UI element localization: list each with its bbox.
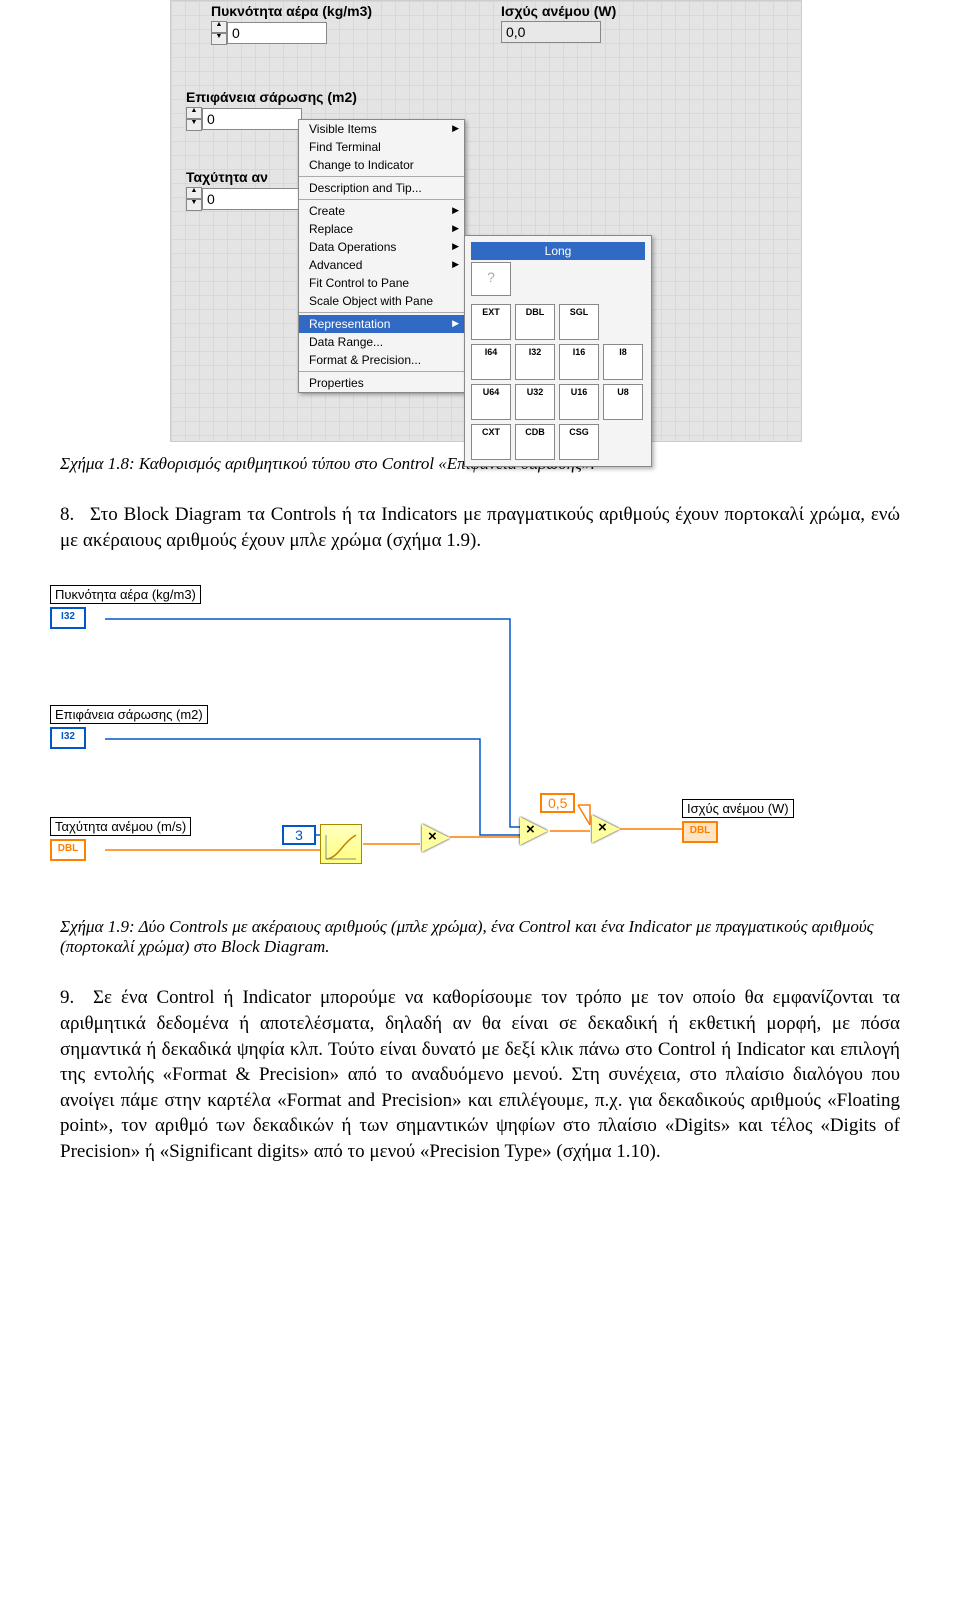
para-num-8: 8. bbox=[60, 502, 84, 528]
spinner-icon[interactable]: ▲▼ bbox=[211, 21, 227, 45]
bd-term-dbl-1[interactable]: DBL bbox=[50, 839, 86, 861]
control-area-label: Επιφάνεια σάρωσης (m2) bbox=[186, 89, 357, 105]
para-text-9: Σε ένα Control ή Indicator μπορούμε να κ… bbox=[60, 987, 900, 1162]
rep-dbl[interactable]: DBL bbox=[515, 304, 555, 340]
rep-blank bbox=[603, 424, 641, 458]
rep-sgl[interactable]: SGL bbox=[559, 304, 599, 340]
rep-cdb[interactable]: CDB bbox=[515, 424, 555, 460]
indicator-power-label: Ισχύς ανέμου (W) bbox=[501, 3, 616, 19]
menu-replace[interactable]: Replace bbox=[299, 220, 464, 238]
block-diagram: Πυκνότητα αέρα (kg/m3) I32 Επιφάνεια σάρ… bbox=[50, 577, 910, 897]
help-icon: ? bbox=[471, 262, 511, 296]
control-area-value[interactable]: 0 bbox=[202, 108, 302, 130]
bd-multiply-2[interactable] bbox=[520, 817, 548, 845]
menu-find-terminal[interactable]: Find Terminal bbox=[299, 138, 464, 156]
rep-ext[interactable]: EXT bbox=[471, 304, 511, 340]
rep-i64[interactable]: I64 bbox=[471, 344, 511, 380]
bd-label-density: Πυκνότητα αέρα (kg/m3) bbox=[50, 585, 201, 604]
bd-term-dbl-out: DBL bbox=[682, 821, 718, 843]
indicator-power: Ισχύς ανέμου (W) 0,0 bbox=[501, 3, 616, 43]
menu-format-precision[interactable]: Format & Precision... bbox=[299, 351, 464, 369]
menu-advanced[interactable]: Advanced bbox=[299, 256, 464, 274]
rep-u64[interactable]: U64 bbox=[471, 384, 511, 420]
rep-u32[interactable]: U32 bbox=[515, 384, 555, 420]
rep-blank bbox=[603, 304, 641, 338]
bd-label-power: Ισχύς ανέμου (W) bbox=[682, 799, 794, 818]
rep-cxt[interactable]: CXT bbox=[471, 424, 511, 460]
menu-properties[interactable]: Properties bbox=[299, 374, 464, 392]
context-menu[interactable]: Visible Items Find Terminal Change to In… bbox=[298, 119, 465, 393]
rep-i16[interactable]: I16 bbox=[559, 344, 599, 380]
menu-data-range[interactable]: Data Range... bbox=[299, 333, 464, 351]
rep-u8[interactable]: U8 bbox=[603, 384, 643, 420]
menu-data-operations[interactable]: Data Operations bbox=[299, 238, 464, 256]
representation-palette[interactable]: Long ? EXT DBL SGL I64 I32 I16 I8 U64 U3… bbox=[464, 235, 652, 467]
menu-description-tip[interactable]: Description and Tip... bbox=[299, 179, 464, 197]
bd-power-func[interactable] bbox=[320, 824, 362, 864]
spinner-icon[interactable]: ▲▼ bbox=[186, 107, 202, 131]
control-speed-value[interactable]: 0 bbox=[202, 188, 302, 210]
rep-csg[interactable]: CSG bbox=[559, 424, 599, 460]
bd-multiply-3[interactable] bbox=[592, 815, 620, 843]
bd-label-area: Επιφάνεια σάρωσης (m2) bbox=[50, 705, 208, 724]
bd-term-i32-1[interactable]: I32 bbox=[50, 607, 86, 629]
control-density[interactable]: Πυκνότητα αέρα (kg/m3) ▲▼ 0 bbox=[211, 3, 372, 45]
bd-label-speed: Ταχύτητα ανέμου (m/s) bbox=[50, 817, 191, 836]
menu-scale-object[interactable]: Scale Object with Pane bbox=[299, 292, 464, 310]
para-text-8: Στο Block Diagram τα Controls ή τα Indic… bbox=[60, 504, 900, 551]
bd-const-0-5[interactable]: 0,5 bbox=[540, 793, 575, 813]
indicator-power-value: 0,0 bbox=[501, 21, 601, 43]
menu-representation[interactable]: Representation bbox=[299, 315, 464, 333]
para-num-9: 9. bbox=[60, 985, 84, 1011]
paragraph-8: 8. Στο Block Diagram τα Controls ή τα In… bbox=[60, 502, 900, 553]
menu-change-to-indicator[interactable]: Change to Indicator bbox=[299, 156, 464, 174]
spinner-icon[interactable]: ▲▼ bbox=[186, 187, 202, 211]
control-density-value[interactable]: 0 bbox=[227, 22, 327, 44]
front-panel: Πυκνότητα αέρα (kg/m3) ▲▼ 0 Ισχύς ανέμου… bbox=[170, 0, 802, 442]
menu-visible-items[interactable]: Visible Items bbox=[299, 120, 464, 138]
rep-i8[interactable]: I8 bbox=[603, 344, 643, 380]
bd-term-i32-2[interactable]: I32 bbox=[50, 727, 86, 749]
menu-create[interactable]: Create bbox=[299, 202, 464, 220]
control-speed-label: Ταχύτητα αν bbox=[186, 169, 302, 185]
rep-i32[interactable]: I32 bbox=[515, 344, 555, 380]
rep-u16[interactable]: U16 bbox=[559, 384, 599, 420]
bd-multiply-1[interactable] bbox=[422, 824, 450, 852]
bd-const-3[interactable]: 3 bbox=[282, 825, 316, 845]
caption-1-9: Σχήμα 1.9: Δύο Controls με ακέραιους αρι… bbox=[60, 917, 900, 957]
control-density-label: Πυκνότητα αέρα (kg/m3) bbox=[211, 3, 372, 19]
menu-fit-control[interactable]: Fit Control to Pane bbox=[299, 274, 464, 292]
palette-title: Long bbox=[471, 242, 645, 260]
paragraph-9: 9. Σε ένα Control ή Indicator μπορούμε ν… bbox=[60, 985, 900, 1164]
control-speed[interactable]: Ταχύτητα αν ▲▼ 0 bbox=[186, 169, 302, 211]
